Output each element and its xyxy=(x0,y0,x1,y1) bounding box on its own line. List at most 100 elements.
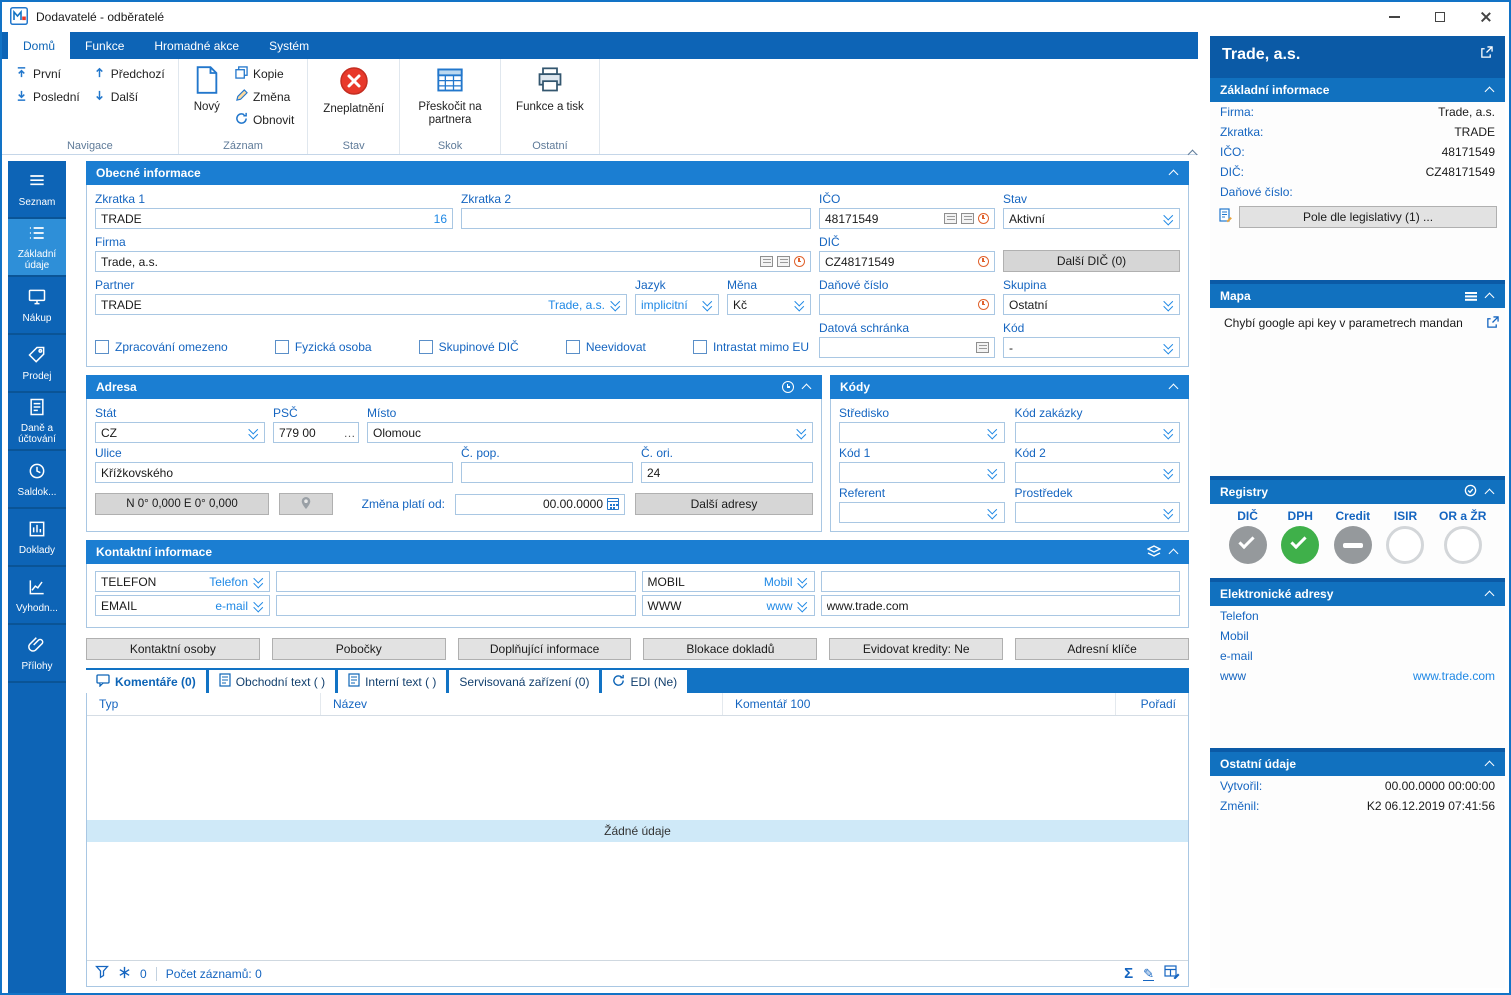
next-button[interactable]: Další xyxy=(88,86,170,107)
checkbox-zpracovani-omezeno[interactable]: Zpracování omezeno xyxy=(95,340,228,354)
open-in-window-icon[interactable] xyxy=(1480,46,1493,64)
dalsi-dic-button[interactable]: Další DIČ (0) xyxy=(1003,250,1180,272)
checkbox-skupinove-dic[interactable]: Skupinové DIČ xyxy=(419,340,519,354)
misto-select[interactable]: Olomouc xyxy=(367,422,813,443)
collapse-section-icon[interactable] xyxy=(1485,589,1495,599)
evidovat-kredity-button[interactable]: Evidovat kredity: Ne xyxy=(829,638,1003,660)
ribbon-tab-hromadne-akce[interactable]: Hromadné akce xyxy=(139,32,254,59)
kod-zakazky-select[interactable] xyxy=(1015,422,1181,443)
dic-input[interactable]: CZ48171549 xyxy=(819,251,995,272)
history-clock-icon[interactable] xyxy=(794,256,805,267)
registry-dph[interactable]: DPH xyxy=(1281,509,1319,564)
www-link[interactable]: www.trade.com xyxy=(1413,669,1495,683)
prostredek-select[interactable] xyxy=(1015,502,1181,523)
datova-schranka-input[interactable] xyxy=(819,337,995,358)
registry-dic[interactable]: DIČ xyxy=(1229,509,1267,564)
dropdown-icon[interactable] xyxy=(797,599,809,612)
collapse-section-icon[interactable] xyxy=(1485,487,1495,497)
zkratka2-input[interactable] xyxy=(461,208,811,229)
collapse-section-icon[interactable] xyxy=(1169,168,1179,178)
sidebar-item-seznam[interactable]: Seznam xyxy=(8,161,66,219)
collapse-section-icon[interactable] xyxy=(1485,291,1495,301)
registry-verify-icon[interactable] xyxy=(1464,484,1477,500)
sidebar-item-vyhodnoceni[interactable]: Vyhodn... xyxy=(8,567,66,625)
functions-print-button[interactable]: Funkce a tisk xyxy=(509,63,591,138)
danove-cislo-input[interactable] xyxy=(819,294,995,315)
sidebar-item-prodej[interactable]: Prodej xyxy=(8,335,66,393)
sidebar-item-saldokonto[interactable]: Saldok... xyxy=(8,451,66,509)
kontaktni-osoby-button[interactable]: Kontaktní osoby xyxy=(86,638,260,660)
column-header-nazev[interactable]: Název xyxy=(321,693,723,715)
copy-button[interactable]: Kopie xyxy=(230,63,299,84)
dropdown-icon[interactable] xyxy=(609,298,621,311)
ribbon-tab-system[interactable]: Systém xyxy=(254,32,324,59)
history-clock-icon[interactable] xyxy=(978,256,989,267)
sidebar-item-doklady[interactable]: Doklady xyxy=(8,509,66,567)
kod2-select[interactable] xyxy=(1015,462,1181,483)
ico-input[interactable]: 48171549 xyxy=(819,208,995,229)
sidebar-item-zakladni-udaje[interactable]: Základní údaje xyxy=(8,219,66,277)
edit-pencil-icon[interactable]: ✎ xyxy=(1143,967,1154,981)
registry-lookup-icon[interactable] xyxy=(961,213,974,224)
stredisko-select[interactable] xyxy=(839,422,1005,443)
pobocky-button[interactable]: Pobočky xyxy=(272,638,446,660)
collapse-section-icon[interactable] xyxy=(802,382,812,392)
partner-link[interactable]: Trade, a.s. xyxy=(548,298,605,312)
partner-input[interactable]: TRADE Trade, a.s. xyxy=(95,294,627,315)
jump-to-partner-button[interactable]: Přeskočit na partnera xyxy=(408,63,492,138)
zmena-plati-od-input[interactable]: 00.00.0000 xyxy=(455,494,625,515)
invalidate-button[interactable]: Zneplatnění xyxy=(316,63,391,138)
registry-credit[interactable]: Credit xyxy=(1334,509,1372,564)
checkbox-neevidovat[interactable]: Neevidovat xyxy=(566,340,646,354)
psc-more-button[interactable]: … xyxy=(341,422,359,443)
skupina-select[interactable]: Ostatní xyxy=(1003,294,1180,315)
dropdown-icon[interactable] xyxy=(1162,506,1174,519)
registry-card-icon[interactable] xyxy=(760,256,773,267)
mobil-value-input[interactable] xyxy=(821,571,1181,592)
filter-icon[interactable] xyxy=(95,965,109,982)
referent-select[interactable] xyxy=(839,502,1005,523)
dropdown-icon[interactable] xyxy=(1162,426,1174,439)
sidebar-item-nakup[interactable]: Nákup xyxy=(8,277,66,335)
dropdown-icon[interactable] xyxy=(247,426,259,439)
maximize-button[interactable] xyxy=(1417,2,1463,32)
change-button[interactable]: Změna xyxy=(230,86,299,107)
close-button[interactable] xyxy=(1463,2,1509,32)
refresh-button[interactable]: Obnovit xyxy=(230,109,299,130)
tab-servisovana-zarizeni[interactable]: Servisovaná zařízení (0) xyxy=(449,670,599,693)
ulice-input[interactable]: Křížkovského xyxy=(95,462,453,483)
pole-dle-legislativy-button[interactable]: Pole dle legislativy (1) ... xyxy=(1239,206,1497,228)
mena-select[interactable]: Kč xyxy=(727,294,811,315)
dalsi-adresy-button[interactable]: Další adresy xyxy=(635,493,813,515)
sidebar-item-dane-a-uctovani[interactable]: Daně a účtování xyxy=(8,393,66,451)
adresni-klice-button[interactable]: Adresní klíče xyxy=(1015,638,1189,660)
email-value-input[interactable] xyxy=(276,595,636,616)
history-clock-icon[interactable] xyxy=(978,213,989,224)
dropdown-icon[interactable] xyxy=(797,575,809,588)
collapse-section-icon[interactable] xyxy=(1169,547,1179,557)
doplnujici-informace-button[interactable]: Doplňující informace xyxy=(458,638,632,660)
telefon-type-combo[interactable]: TELEFON Telefon xyxy=(95,571,270,592)
dropdown-icon[interactable] xyxy=(252,575,264,588)
registry-card-icon[interactable] xyxy=(944,213,957,224)
checkbox-fyzicka-osoba[interactable]: Fyzická osoba xyxy=(275,340,372,354)
layers-icon[interactable] xyxy=(1147,545,1161,560)
dropdown-icon[interactable] xyxy=(987,506,999,519)
grid-settings-icon[interactable] xyxy=(1164,965,1180,982)
calendar-icon[interactable] xyxy=(607,498,619,510)
stat-select[interactable]: CZ xyxy=(95,422,265,443)
snowflake-icon[interactable] xyxy=(118,966,131,982)
registry-lookup-icon[interactable] xyxy=(777,256,790,267)
cislo-orientacni-input[interactable]: 24 xyxy=(641,462,813,483)
sum-icon[interactable]: Σ xyxy=(1124,965,1133,982)
column-header-typ[interactable]: Typ xyxy=(87,693,321,715)
telefon-value-input[interactable] xyxy=(276,571,636,592)
dropdown-icon[interactable] xyxy=(1162,298,1174,311)
dropdown-icon[interactable] xyxy=(1162,341,1174,354)
dropdown-icon[interactable] xyxy=(701,298,713,311)
first-button[interactable]: První xyxy=(10,63,85,84)
tab-interni-text[interactable]: Interní text ( ) xyxy=(338,670,446,693)
dropdown-icon[interactable] xyxy=(252,599,264,612)
kod1-select[interactable] xyxy=(839,462,1005,483)
ribbon-tab-funkce[interactable]: Funkce xyxy=(70,32,139,59)
